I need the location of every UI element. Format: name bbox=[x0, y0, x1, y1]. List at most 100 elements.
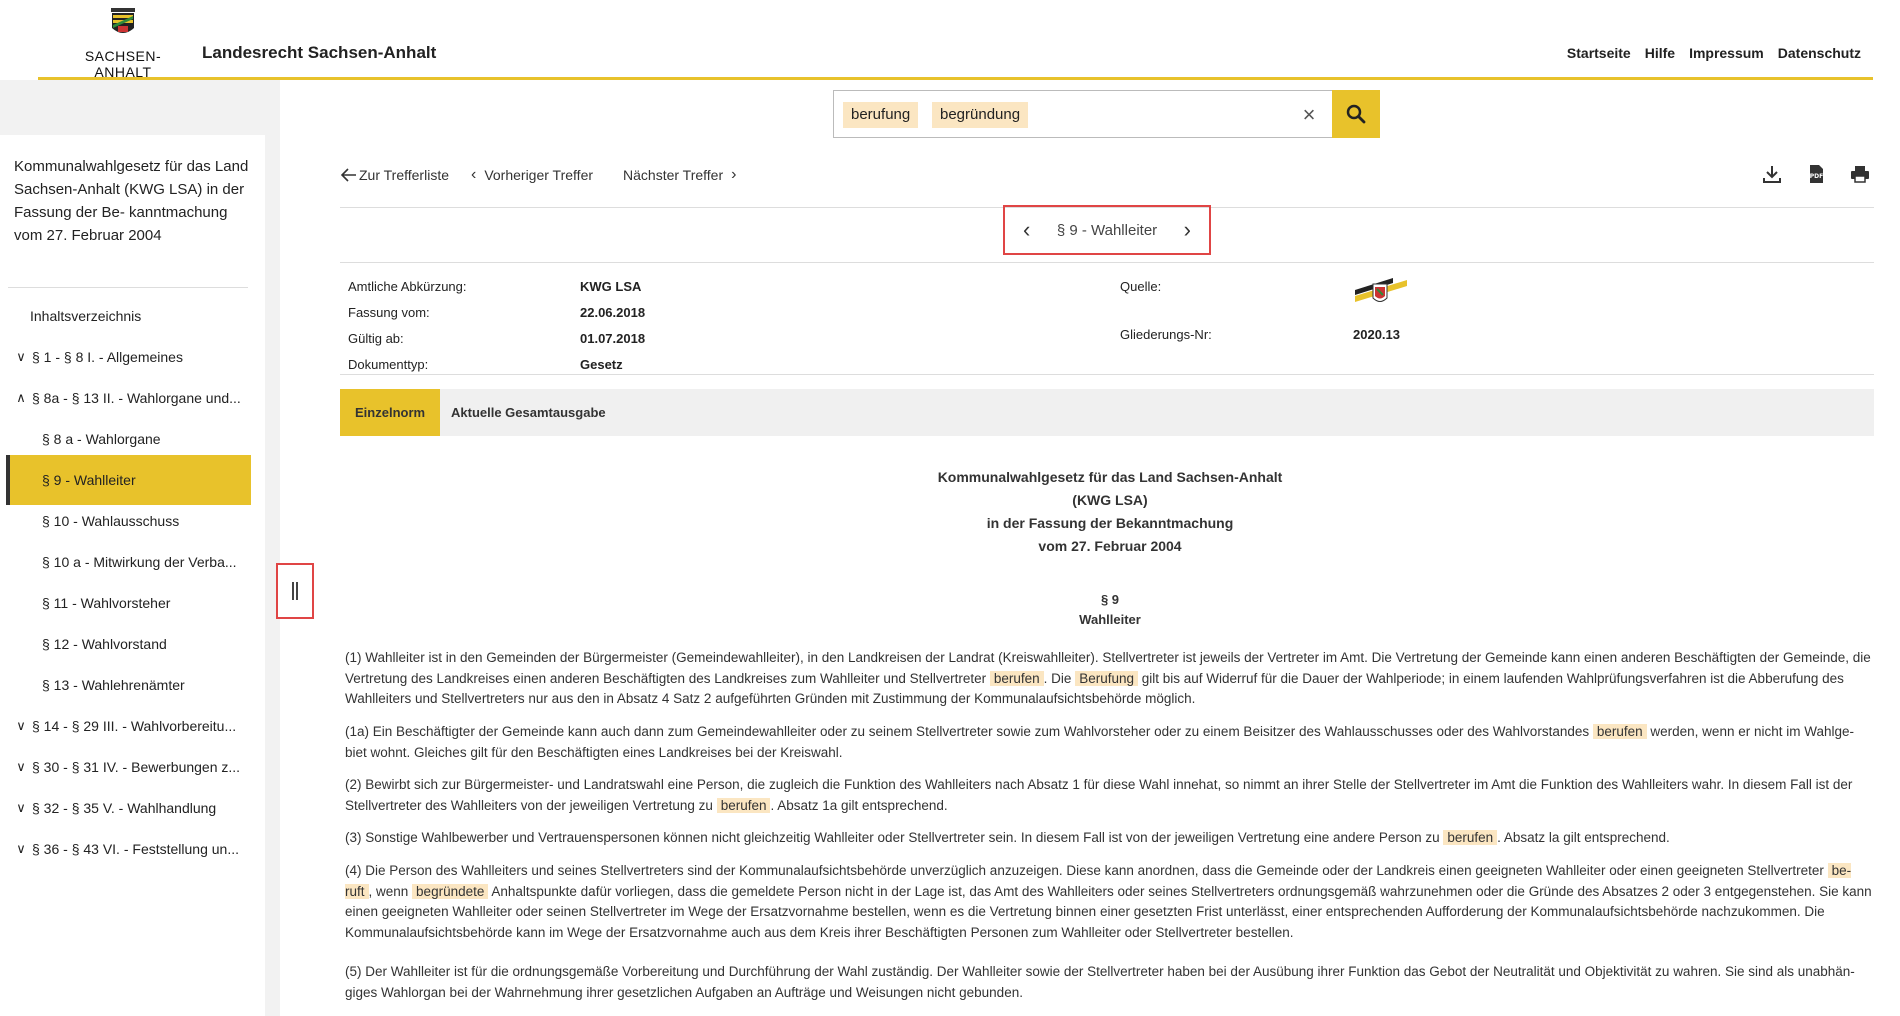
toc-item-label: § 9 - Wahlleiter bbox=[42, 472, 136, 488]
text: (5) Der Wahlleiter ist für die ordnungsg… bbox=[345, 964, 1855, 1000]
search-highlight: berufen bbox=[1443, 830, 1498, 845]
text: . Absatz 1a gilt entsprechend. bbox=[770, 797, 948, 813]
document-tools: PDF bbox=[1761, 163, 1871, 185]
document-heading: Kommunalwahlgesetz für das Land Sachsen-… bbox=[840, 466, 1380, 558]
chevron-down-icon: ∨ bbox=[16, 841, 26, 856]
nav-hilfe[interactable]: Hilfe bbox=[1645, 45, 1675, 61]
next-hit-label: Nächster Treffer bbox=[623, 167, 724, 183]
nav-startseite[interactable]: Startseite bbox=[1567, 45, 1631, 61]
divider bbox=[340, 262, 1874, 263]
sidebar-doc-title: Kommunalwahlgesetz für das Land Sachsen-… bbox=[14, 158, 249, 244]
meta-label: Gliederungs-Nr: bbox=[1120, 327, 1212, 342]
paragraph-1a: (1a) Ein Beschäftigter der Gemeinde kann… bbox=[345, 722, 1875, 763]
text: (1a) Ein Beschäftigter der Gemeinde kann… bbox=[345, 724, 1593, 739]
sidebar-resize-handle[interactable] bbox=[276, 563, 314, 619]
paragraph-1: (1) Wahlleiter ist in den Gemeinden der … bbox=[345, 648, 1875, 710]
chevron-down-icon: ∨ bbox=[16, 759, 26, 774]
document-source: Quelle: Gliederungs-Nr: 2020.13 bbox=[1120, 278, 1540, 359]
tab-gesamtausgabe[interactable]: Aktuelle Gesamtausgabe bbox=[436, 389, 621, 436]
toc-item-feststellung[interactable]: ∨ § 36 - § 43 VI. - Feststellung un... bbox=[6, 824, 251, 874]
result-navigation: Zur Trefferliste ‹ Vorheriger Treffer Nä… bbox=[341, 166, 736, 184]
previous-hit-link[interactable]: ‹ Vorheriger Treffer bbox=[471, 166, 593, 184]
chevron-right-icon[interactable]: › bbox=[1184, 219, 1191, 241]
meta-label: Gültig ab: bbox=[348, 331, 404, 346]
search-highlight: berufen bbox=[716, 797, 771, 813]
meta-value: Gesetz bbox=[580, 357, 623, 372]
heading-line: vom 27. Februar 2004 bbox=[1038, 538, 1182, 554]
sidebar: Kommunalwahlgesetz für das Land Sachsen-… bbox=[0, 80, 265, 1016]
toc-item-label: § 10 - Wahlausschuss bbox=[42, 513, 180, 529]
meta-value: 22.06.2018 bbox=[580, 305, 646, 320]
search-highlight: berufen bbox=[1592, 724, 1647, 739]
toc-item-label: § 30 - § 31 IV. - Bewerbungen z... bbox=[32, 759, 241, 775]
heading-line: (KWG LSA) bbox=[1072, 492, 1148, 508]
search-chip[interactable]: begründung bbox=[932, 102, 1029, 128]
toc-item-label: § 10 a - Mitwirkung der Verba... bbox=[42, 554, 237, 570]
back-label: Zur Trefferliste bbox=[359, 167, 449, 183]
meta-label: Amtliche Abkürzung: bbox=[348, 279, 467, 294]
next-hit-link[interactable]: Nächster Treffer › bbox=[623, 166, 736, 184]
sidebar-divider bbox=[8, 287, 248, 288]
meta-value: KWG LSA bbox=[580, 279, 642, 294]
search-chip[interactable]: berufung bbox=[843, 102, 919, 128]
download-icon[interactable] bbox=[1761, 163, 1783, 185]
section-pager: ‹ § 9 - Wahlleiter › bbox=[1003, 205, 1211, 255]
section-heading: § 9 Wahlleiter bbox=[840, 590, 1380, 630]
back-to-results-link[interactable]: Zur Trefferliste bbox=[341, 166, 449, 184]
text: , wenn bbox=[368, 883, 413, 899]
close-icon[interactable]: × bbox=[1296, 102, 1322, 128]
meta-label: Fassung vom: bbox=[348, 305, 430, 320]
toc-item-label: § 12 - Wahlvorstand bbox=[42, 636, 167, 652]
text: (4) Die Person des Wahlleiters und seine… bbox=[345, 863, 1828, 878]
svg-text:PDF: PDF bbox=[1810, 173, 1823, 180]
nav-datenschutz[interactable]: Datenschutz bbox=[1778, 45, 1861, 61]
search-highlight: berufen bbox=[989, 670, 1044, 686]
sidebar-resize-bar bbox=[265, 80, 280, 1016]
site-title[interactable]: Landesrecht Sachsen-Anhalt bbox=[202, 43, 436, 63]
toc-item-label: Inhaltsverzeichnis bbox=[30, 308, 142, 324]
toc-item-label: § 11 - Wahlvorsteher bbox=[42, 595, 171, 611]
toc-item-label: § 1 - § 8 I. - Allgemeines bbox=[32, 349, 183, 365]
chevron-up-icon: ∧ bbox=[16, 390, 26, 405]
text: (2) Bewirbt sich zur Bürgermeister- und … bbox=[345, 777, 1853, 813]
previous-hit-label: Vorheriger Treffer bbox=[484, 167, 594, 183]
search-highlight: Berufung bbox=[1075, 670, 1138, 686]
toc-item-label: § 36 - § 43 VI. - Feststellung un... bbox=[32, 841, 239, 857]
chevron-down-icon: ∨ bbox=[16, 349, 26, 364]
chevron-down-icon: ∨ bbox=[16, 800, 26, 815]
meta-value: 2020.13 bbox=[1353, 327, 1400, 342]
divider bbox=[340, 374, 1874, 375]
search-bar[interactable]: berufung begründung × bbox=[833, 90, 1380, 138]
header-divider bbox=[38, 77, 1873, 80]
paragraph-4: (4) Die Person des Wahlleiters und seine… bbox=[345, 861, 1875, 943]
tab-einzelnorm[interactable]: Einzelnorm bbox=[340, 389, 441, 436]
sachsen-anhalt-logo[interactable]: SACHSEN-ANHALT bbox=[58, 6, 188, 83]
document-metadata: Amtliche Abkürzung: KWG LSA Fassung vom:… bbox=[348, 279, 908, 379]
nav-impressum[interactable]: Impressum bbox=[1689, 45, 1764, 61]
chevron-left-icon[interactable]: ‹ bbox=[1023, 219, 1030, 241]
chevron-right-icon: › bbox=[731, 166, 737, 183]
paragraph-5: (5) Der Wahlleiter ist für die ordnungsg… bbox=[345, 962, 1875, 1003]
text: Anhaltspunkte dafür vorliegen, dass die … bbox=[345, 883, 1872, 940]
toc-item-label: § 14 - § 29 III. - Wahlvorbereitu... bbox=[32, 718, 237, 734]
heading-line: in der Fassung der Bekanntmachung bbox=[986, 515, 1234, 531]
meta-value: 01.07.2018 bbox=[580, 331, 646, 346]
toc-item-label: § 8a - § 13 II. - Wahlorgane und... bbox=[32, 390, 241, 406]
toc-item-label: § 32 - § 35 V. - Wahlhandlung bbox=[32, 800, 217, 816]
chevron-left-icon: ‹ bbox=[471, 166, 477, 183]
toc-item-label: § 8 a - Wahlorgane bbox=[42, 431, 161, 447]
pdf-icon[interactable]: PDF bbox=[1805, 163, 1827, 185]
section-pager-label: § 9 - Wahlleiter bbox=[1056, 221, 1158, 239]
print-icon[interactable] bbox=[1849, 163, 1871, 185]
chevron-down-icon: ∨ bbox=[16, 718, 26, 733]
heading-line: Kommunalwahlgesetz für das Land Sachsen-… bbox=[937, 469, 1283, 485]
toc-item-label: § 13 - Wahlehrenämter bbox=[42, 677, 185, 693]
search-highlight: begründete bbox=[412, 883, 489, 899]
state-logo-icon bbox=[1355, 278, 1407, 302]
site-header: SACHSEN-ANHALT Landesrecht Sachsen-Anhal… bbox=[0, 0, 1900, 83]
search-button[interactable] bbox=[1332, 90, 1380, 138]
meta-label: Quelle: bbox=[1120, 279, 1162, 294]
view-tabs: Einzelnorm Aktuelle Gesamtausgabe bbox=[340, 389, 1874, 436]
meta-label: Dokumenttyp: bbox=[348, 357, 429, 372]
grip-icon bbox=[292, 582, 298, 600]
